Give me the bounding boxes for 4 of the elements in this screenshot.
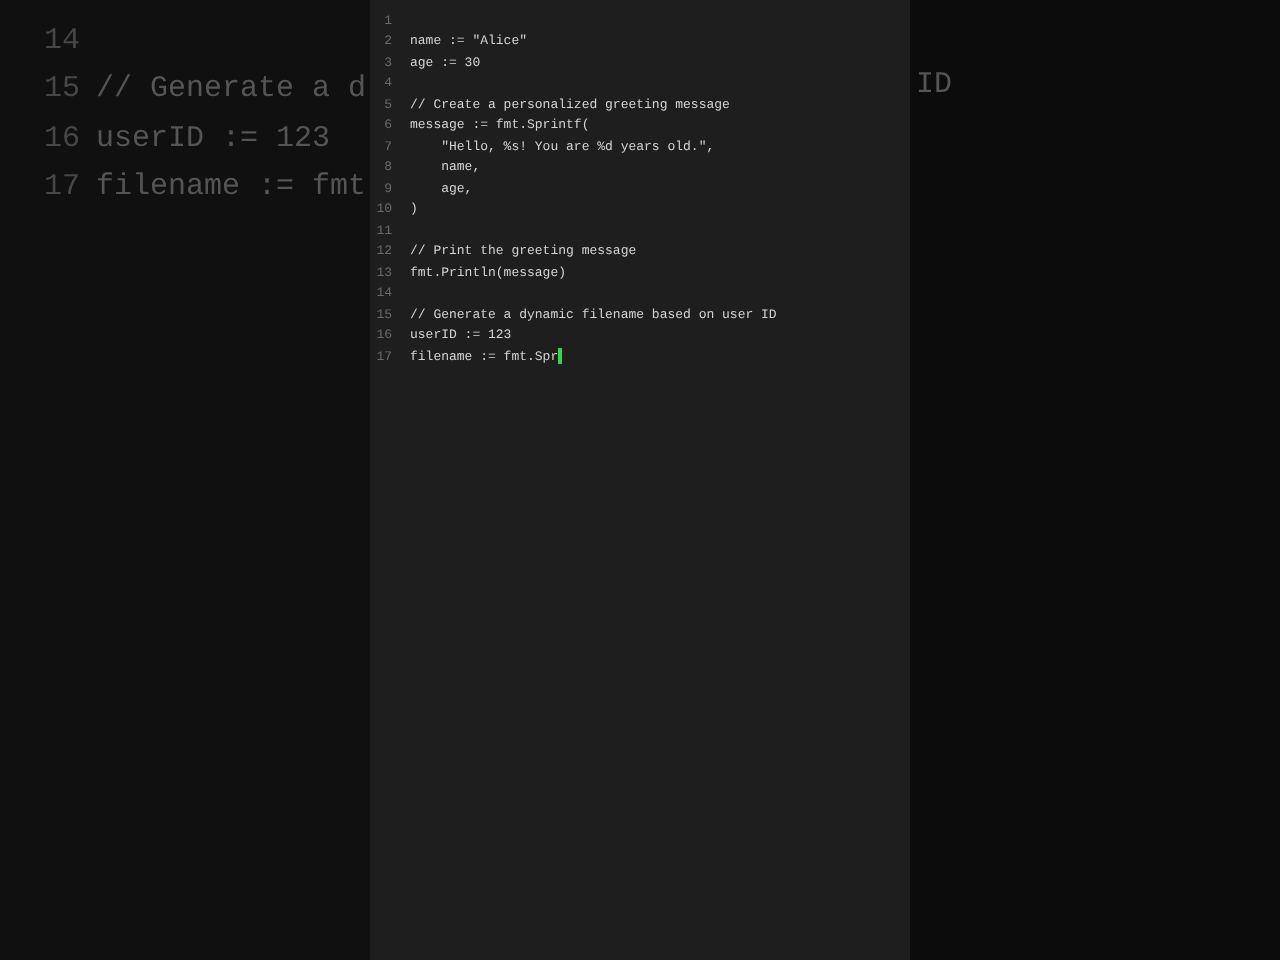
code-fragment: ID xyxy=(916,67,953,101)
code-line: filename := fmt xyxy=(96,170,367,205)
code-line: // Generate a d xyxy=(96,72,367,107)
code-line: userID := 123 xyxy=(96,121,331,156)
